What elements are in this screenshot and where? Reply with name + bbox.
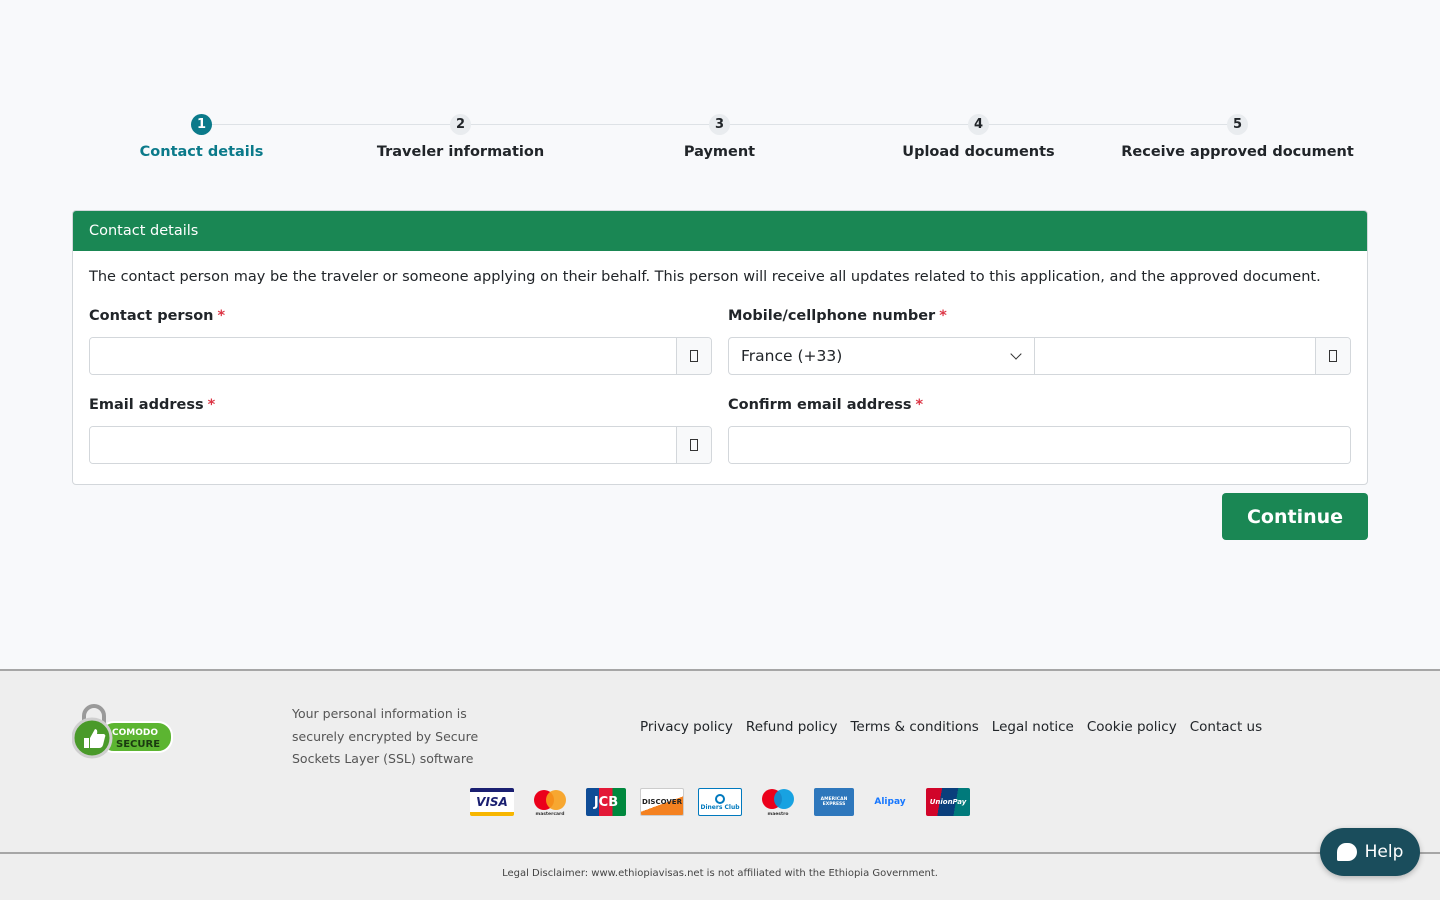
continue-button[interactable]: Continue xyxy=(1222,493,1368,540)
amex-icon: AMERICAN EXPRESS xyxy=(814,788,854,816)
email-addon-icon xyxy=(676,427,711,463)
help-button[interactable]: Help xyxy=(1320,828,1420,876)
step-number: 1 xyxy=(191,114,212,135)
legal-disclaimer: Legal Disclaimer: www.ethiopiavisas.net … xyxy=(502,868,938,879)
confirm-email-label: Confirm email address * xyxy=(728,397,923,413)
contact-person-addon-icon xyxy=(676,338,711,374)
mastercard-text: mastercard xyxy=(536,811,565,816)
visa-icon: VISA xyxy=(470,788,514,816)
diners-club-icon: Diners Club xyxy=(698,788,742,816)
alipay-icon: Alipay xyxy=(868,788,912,816)
country-code-select[interactable]: France (+33) xyxy=(729,338,1035,374)
required-mark: * xyxy=(915,397,924,413)
contact-person-input[interactable] xyxy=(90,338,676,374)
step-number: 2 xyxy=(450,114,471,135)
contact-person-label: Contact person * xyxy=(89,308,225,324)
step-upload-documents: 4 Upload documents xyxy=(849,114,1108,160)
refund-policy-link[interactable]: Refund policy xyxy=(746,719,838,735)
privacy-policy-link[interactable]: Privacy policy xyxy=(640,719,733,735)
label-text: Confirm email address xyxy=(728,397,912,413)
mastercard-icon: mastercard xyxy=(534,790,566,816)
mobile-group: France (+33) xyxy=(728,337,1351,375)
maestro-icon: maestro xyxy=(762,789,794,816)
confirm-email-group xyxy=(728,426,1351,464)
discover-text: DISCOVER xyxy=(642,798,682,806)
jcb-text: JCB xyxy=(593,794,619,810)
step-label: Receive approved document xyxy=(1121,144,1354,160)
maestro-text: maestro xyxy=(768,811,789,816)
cookie-policy-link[interactable]: Cookie policy xyxy=(1087,719,1177,735)
step-label: Traveler information xyxy=(376,144,545,160)
step-contact-details: 1 Contact details xyxy=(72,114,331,160)
country-code-value: France (+33) xyxy=(741,347,843,365)
required-mark: * xyxy=(217,308,226,324)
confirm-email-input[interactable] xyxy=(729,427,1350,463)
step-number: 4 xyxy=(968,114,989,135)
step-traveler-information: 2 Traveler information xyxy=(331,114,590,160)
chevron-down-icon xyxy=(1010,348,1022,360)
step-receive-approved-document: 5 Receive approved document xyxy=(1108,114,1367,160)
intro-text: The contact person may be the traveler o… xyxy=(89,269,1321,285)
contact-person-group xyxy=(89,337,712,375)
diners-text: Diners Club xyxy=(700,803,740,811)
required-mark: * xyxy=(939,308,947,324)
footer-links: Privacy policy Refund policy Terms & con… xyxy=(640,719,1262,735)
required-mark: * xyxy=(207,397,216,413)
terms-conditions-link[interactable]: Terms & conditions xyxy=(850,719,978,735)
unionpay-text: UnionPay xyxy=(929,798,967,806)
mobile-number-input[interactable] xyxy=(1035,338,1315,374)
email-input[interactable] xyxy=(90,427,676,463)
email-label: Email address * xyxy=(89,397,215,413)
label-text: Mobile/cellphone number xyxy=(728,308,936,324)
contact-details-card: Contact details The contact person may b… xyxy=(72,210,1368,485)
card-title: Contact details xyxy=(73,211,1367,251)
alipay-text: Alipay xyxy=(874,797,906,807)
mobile-addon-icon xyxy=(1315,338,1350,374)
step-number: 5 xyxy=(1227,114,1248,135)
label-text: Email address xyxy=(89,397,204,413)
progress-stepper: 1 Contact details 2 Traveler information… xyxy=(72,114,1368,174)
comodo-secure-badge-icon: COMODO SECURE xyxy=(72,704,173,759)
footer: COMODO SECURE Your personal information … xyxy=(0,669,1440,900)
comodo-line1: COMODO xyxy=(112,728,158,738)
step-label: Payment xyxy=(683,144,756,160)
payment-methods: VISA mastercard JCB DISCOVER Diners Club… xyxy=(470,788,970,816)
mobile-label: Mobile/cellphone number * xyxy=(728,308,947,324)
amex-text: AMERICAN EXPRESS xyxy=(820,797,848,807)
chat-bubble-icon xyxy=(1336,843,1357,861)
step-label: Upload documents xyxy=(902,144,1055,160)
ssl-notice: Your personal information is securely en… xyxy=(292,706,479,766)
jcb-icon: JCB xyxy=(586,788,626,816)
step-payment: 3 Payment xyxy=(590,114,849,160)
email-group xyxy=(89,426,712,464)
step-label: Contact details xyxy=(139,144,264,160)
label-text: Contact person xyxy=(89,308,214,324)
discover-icon: DISCOVER xyxy=(640,788,684,816)
help-label: Help xyxy=(1364,842,1404,862)
legal-notice-link[interactable]: Legal notice xyxy=(992,719,1074,735)
visa-text: VISA xyxy=(476,795,508,809)
comodo-line2: SECURE xyxy=(116,739,160,750)
unionpay-icon: UnionPay xyxy=(926,788,970,816)
step-number: 3 xyxy=(709,114,730,135)
contact-us-link[interactable]: Contact us xyxy=(1190,719,1262,735)
